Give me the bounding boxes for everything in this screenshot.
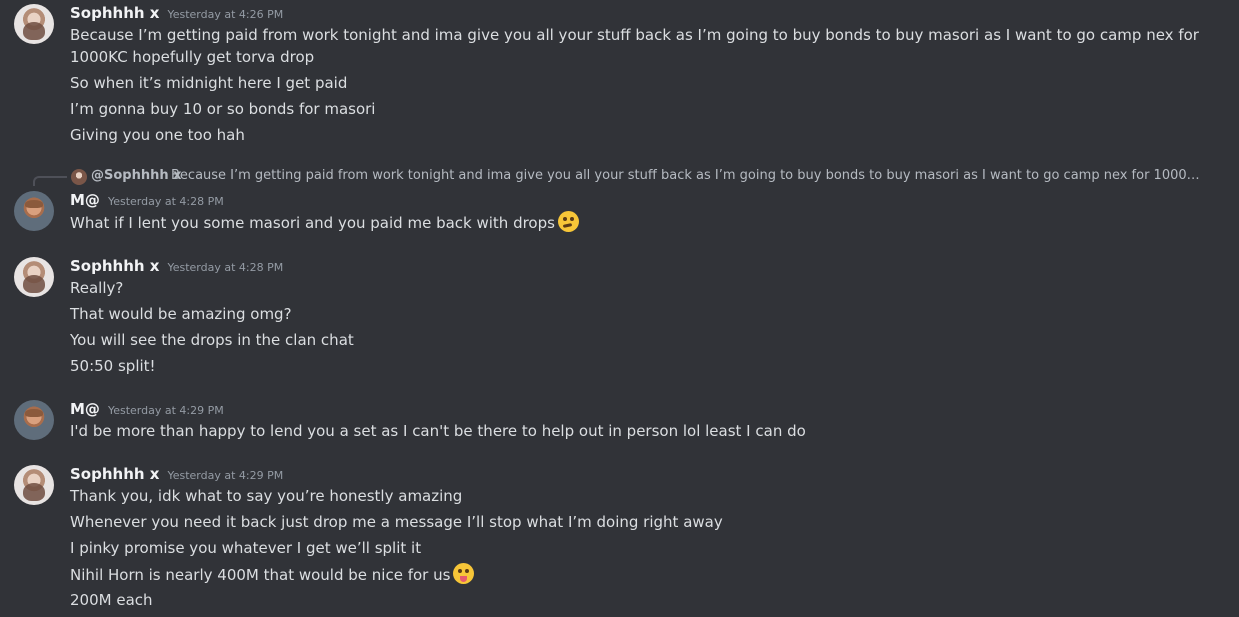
avatar[interactable] [14, 257, 54, 297]
message-text: 50:50 split! [70, 357, 156, 375]
message-text: Whenever you need it back just drop me a… [70, 513, 723, 531]
message-text: I pinky promise you whatever I get we’ll… [70, 539, 422, 557]
reply-connector [33, 176, 67, 186]
message-header: Sophhhh x Yesterday at 4:28 PM [70, 257, 283, 279]
message-text: Thank you, idk what to say you’re honest… [70, 487, 463, 505]
avatar[interactable] [14, 465, 54, 505]
message-text: Really? [70, 279, 124, 297]
zany-face-emoji-icon [453, 563, 475, 584]
reply-author[interactable]: @Sophhhh x [91, 168, 182, 183]
chat-messages: Sophhhh x Yesterday at 4:26 PM Because I… [0, 0, 1239, 617]
message-text-content: Nihil Horn is nearly 400M that would be … [70, 566, 451, 584]
message-group: Sophhhh x Yesterday at 4:26 PM Because I… [0, 4, 1239, 149]
username[interactable]: M@ [70, 400, 100, 418]
message-text: So when it’s midnight here I get paid [70, 74, 348, 92]
reply-text[interactable]: Because I’m getting paid from work tonig… [171, 168, 1201, 183]
message-text: What if I lent you some masori and you p… [70, 211, 579, 234]
message-header: M@ Yesterday at 4:28 PM [70, 191, 224, 213]
avatar[interactable] [14, 191, 54, 231]
message-header: Sophhhh x Yesterday at 4:26 PM [70, 4, 283, 26]
message-group: Sophhhh x Yesterday at 4:29 PM Thank you… [0, 465, 1239, 615]
username[interactable]: Sophhhh x [70, 4, 159, 22]
timestamp[interactable]: Yesterday at 4:28 PM [167, 261, 283, 274]
username[interactable]: Sophhhh x [70, 465, 159, 483]
username[interactable]: M@ [70, 191, 100, 209]
avatar[interactable] [14, 400, 54, 440]
avatar[interactable] [14, 4, 54, 44]
message-text: Because I’m getting paid from work tonig… [70, 26, 1199, 66]
message-group: @Sophhhh x Because I’m getting paid from… [0, 167, 1239, 237]
reply-preview[interactable]: @Sophhhh x Because I’m getting paid from… [0, 167, 1239, 187]
timestamp[interactable]: Yesterday at 4:26 PM [167, 8, 283, 21]
message-text-content: What if I lent you some masori and you p… [70, 214, 555, 232]
message-text: 200M each [70, 591, 153, 609]
message-header: Sophhhh x Yesterday at 4:29 PM [70, 465, 283, 487]
username[interactable]: Sophhhh x [70, 257, 159, 275]
message-text: Giving you one too hah [70, 126, 245, 144]
thinking-face-emoji-icon [557, 211, 579, 232]
timestamp[interactable]: Yesterday at 4:29 PM [167, 469, 283, 482]
message-group: Sophhhh x Yesterday at 4:28 PM Really? T… [0, 257, 1239, 377]
message-text: I’m gonna buy 10 or so bonds for masori [70, 100, 376, 118]
message-text: You will see the drops in the clan chat [70, 331, 354, 349]
message-text: That would be amazing omg? [70, 305, 292, 323]
message-text: I'd be more than happy to lend you a set… [70, 422, 806, 440]
timestamp[interactable]: Yesterday at 4:28 PM [108, 195, 224, 208]
timestamp[interactable]: Yesterday at 4:29 PM [108, 404, 224, 417]
reply-avatar [71, 169, 87, 185]
message-group: M@ Yesterday at 4:29 PM I'd be more than… [0, 400, 1239, 445]
message-header: M@ Yesterday at 4:29 PM [70, 400, 224, 422]
message-text: Nihil Horn is nearly 400M that would be … [70, 563, 475, 586]
